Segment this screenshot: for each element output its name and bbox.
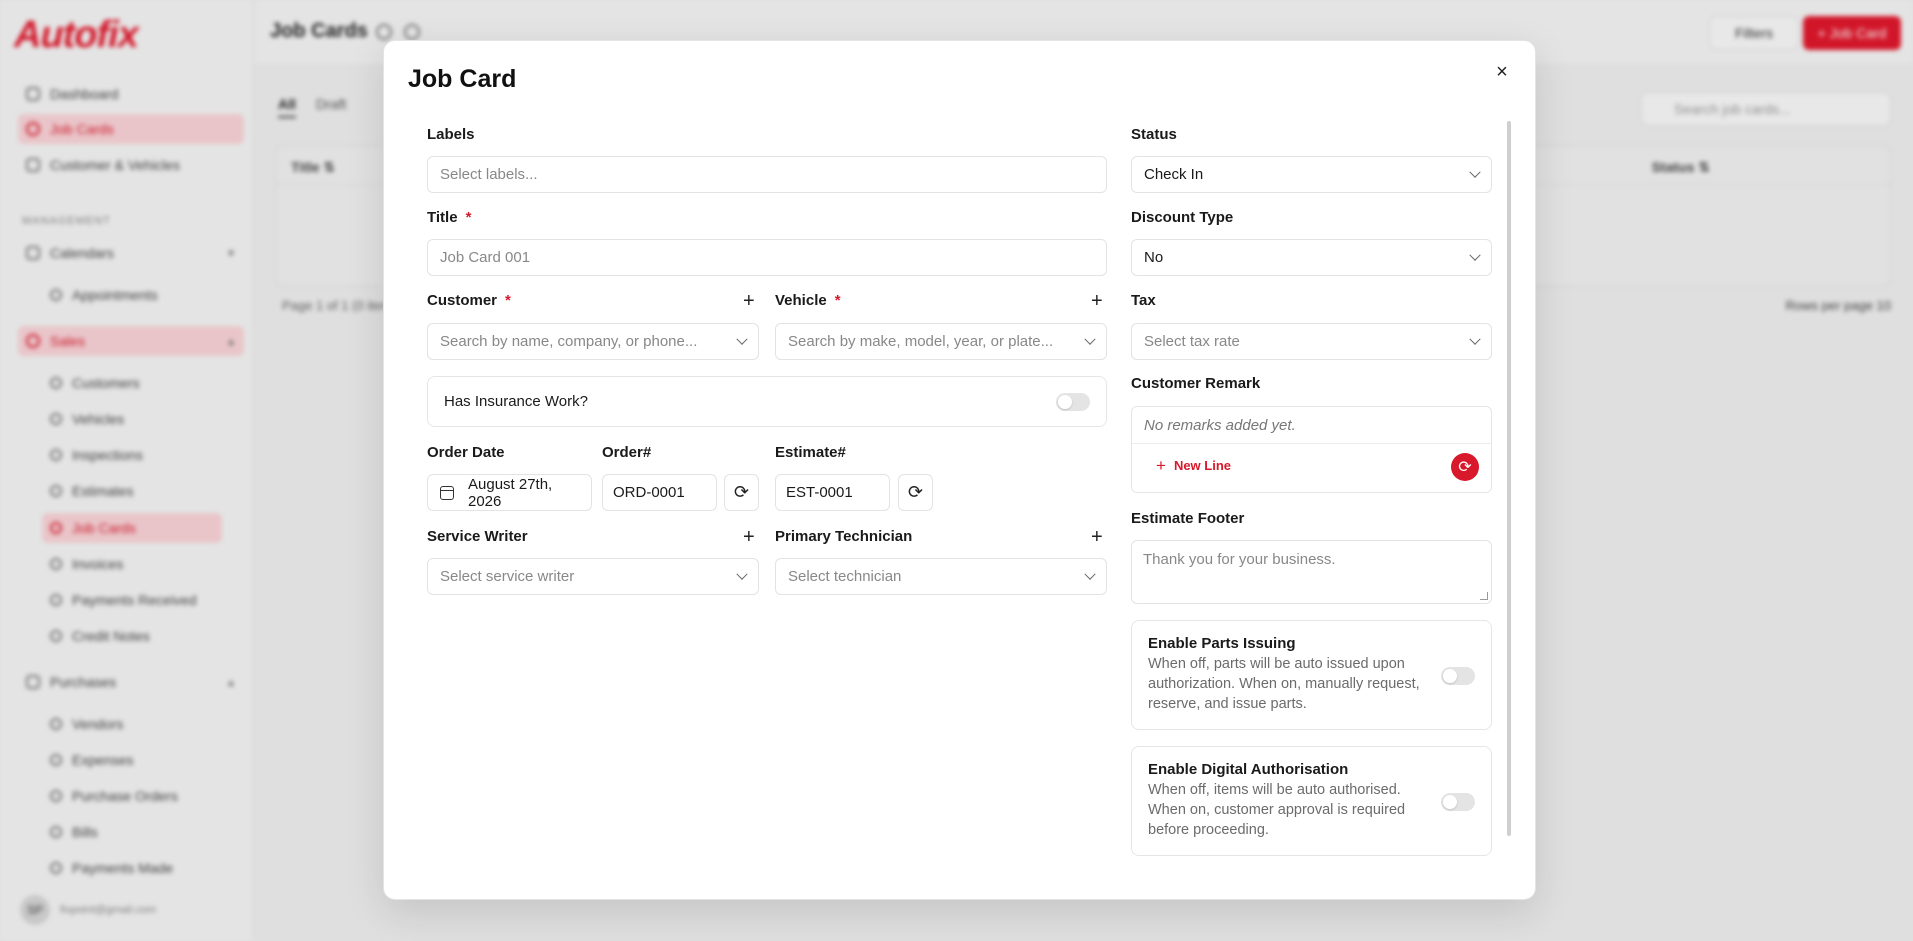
technician-label: Primary Technician [775,528,913,545]
regenerate-estimate-number-button[interactable]: ⟳ [898,474,933,511]
insurance-toggle[interactable] [1056,393,1090,411]
tax-label: Tax [1131,292,1156,309]
scrollbar-thumb[interactable] [1507,121,1511,836]
estimate-footer-textarea[interactable]: Thank you for your business. [1131,540,1492,604]
modal-scrollbar[interactable] [1507,121,1511,836]
discount-type-select[interactable]: No [1131,239,1492,276]
estimate-number-label: Estimate# [775,444,846,461]
chevron-down-icon [736,333,748,345]
service-writer-label: Service Writer [427,528,528,545]
chevron-down-icon [736,568,748,580]
parts-issuing-title: Enable Parts Issuing [1148,635,1296,652]
order-number-input[interactable]: ORD-0001 [602,474,717,511]
customer-label: Customer * [427,292,511,309]
refresh-icon: ⟳ [733,482,750,502]
digital-authorisation-toggle[interactable] [1441,793,1475,811]
customer-select[interactable]: Search by name, company, or phone... [427,323,759,360]
discount-type-label: Discount Type [1131,209,1234,226]
close-icon[interactable]: × [1491,61,1513,83]
customer-remarks-list: No remarks added yet. + New Line ⟳ [1131,406,1492,493]
estimate-footer-label: Estimate Footer [1131,510,1245,527]
add-service-writer-button[interactable]: + [743,527,755,547]
plus-icon: + [1156,455,1166,475]
customer-remark-label: Customer Remark [1131,375,1261,392]
chevron-down-icon [1469,249,1481,261]
labels-label: Labels [427,126,475,143]
calendar-icon [440,485,454,500]
digital-authorisation-card: Enable Digital Authorisation When off, i… [1131,746,1492,856]
digital-authorisation-title: Enable Digital Authorisation [1148,761,1349,778]
required-mark: * [505,292,511,309]
add-customer-button[interactable]: + [743,291,755,311]
tax-select[interactable]: Select tax rate [1131,323,1492,360]
refresh-icon: ⟳ [1458,459,1472,476]
chevron-down-icon [1469,333,1481,345]
required-mark: * [834,292,841,309]
parts-issuing-description: When off, parts will be auto issued upon… [1148,656,1420,712]
remarks-empty-state: No remarks added yet. [1144,417,1296,434]
technician-select[interactable]: Select technician [775,558,1107,595]
service-writer-select[interactable]: Select service writer [427,558,759,595]
job-card-modal: Job Card × Labels Select labels... Title… [383,40,1536,900]
chevron-down-icon [1084,333,1096,345]
parts-issuing-toggle[interactable] [1441,667,1475,685]
refresh-icon: ⟳ [907,482,924,502]
vehicle-label: Vehicle * [775,292,841,309]
order-number-label: Order# [602,444,652,461]
labels-select[interactable]: Select labels... [427,156,1107,193]
vehicle-select[interactable]: Search by make, model, year, or plate... [775,323,1107,360]
resize-handle-icon[interactable] [1480,592,1488,600]
title-label: Title * [427,209,472,226]
title-input[interactable]: Job Card 001 [427,239,1107,276]
order-date-label: Order Date [427,444,505,461]
order-date-picker[interactable]: August 27th, 2026 [427,474,592,511]
digital-authorisation-description: When off, items will be auto authorised.… [1148,782,1406,838]
add-technician-button[interactable]: + [1091,527,1103,547]
chevron-down-icon [1084,568,1096,580]
status-select[interactable]: Check In [1131,156,1492,193]
required-mark: * [465,209,472,226]
new-line-button[interactable]: + New Line [1156,455,1231,475]
refresh-remarks-button[interactable]: ⟳ [1451,453,1479,481]
estimate-number-input[interactable]: EST-0001 [775,474,890,511]
add-vehicle-button[interactable]: + [1091,291,1103,311]
status-label: Status [1131,126,1177,143]
insurance-card: Has Insurance Work? [427,376,1107,427]
parts-issuing-card: Enable Parts Issuing When off, parts wil… [1131,620,1492,730]
chevron-down-icon [1469,166,1481,178]
modal-title: Job Card [408,65,517,93]
divider [1132,443,1491,444]
regenerate-order-number-button[interactable]: ⟳ [724,474,759,511]
insurance-label: Has Insurance Work? [444,393,588,410]
